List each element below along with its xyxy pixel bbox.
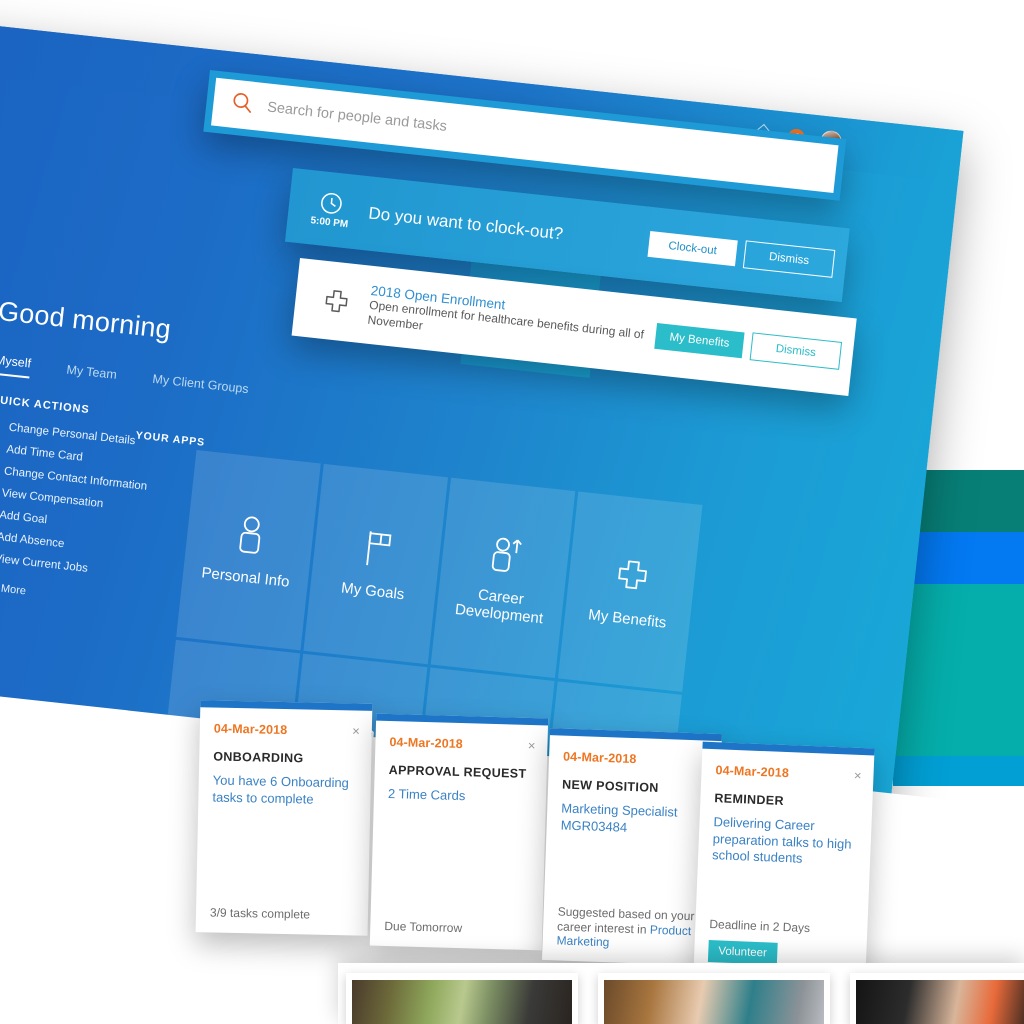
quick-action-label: Add Absence [0, 530, 65, 551]
card-kind: APPROVAL REQUEST [388, 763, 527, 781]
quick-action-label: Add Time Card [5, 443, 84, 464]
quick-action-label: View Current Jobs [0, 552, 89, 575]
notification-card-approval-request[interactable]: 04-Mar-2018 × APPROVAL REQUEST 2 Time Ca… [369, 713, 549, 951]
photo-image [352, 980, 572, 1024]
my-benefits-button[interactable]: My Benefits [654, 322, 745, 359]
card-footer: Deadline in 2 Days [709, 917, 811, 936]
notification-card-reminder[interactable]: 04-Mar-2018 × REMINDER Delivering Career… [693, 741, 875, 981]
tab-myself[interactable]: Myself [0, 352, 32, 379]
swatch-cyan-bar [893, 756, 1024, 786]
clock-out-button[interactable]: Clock-out [647, 230, 738, 267]
search-input-placeholder: Search for people and tasks [266, 99, 448, 135]
clock-out-dismiss-button[interactable]: Dismiss [742, 240, 836, 278]
quick-action-label: Add Goal [0, 509, 48, 527]
card-body: Delivering Career preparation talks to h… [711, 814, 852, 866]
card-footer: Due Tomorrow [384, 919, 463, 936]
app-tile-label: My Goals [340, 579, 406, 604]
card-footer: Suggested based on your career interest … [556, 905, 701, 954]
card-kind: ONBOARDING [213, 749, 304, 766]
photo-image [604, 980, 824, 1024]
clock-out-message: Do you want to clock-out? [367, 203, 565, 244]
photo-card-1[interactable] [346, 973, 578, 1024]
person-arrow-up-icon [486, 531, 524, 576]
clock-out-actions: Clock-out Dismiss [647, 230, 836, 278]
open-enrollment-dismiss-button[interactable]: Dismiss [749, 332, 843, 370]
person-icon [231, 512, 269, 557]
card-body: Marketing Specialist MGR03484 [560, 800, 678, 835]
close-icon[interactable]: × [528, 738, 536, 753]
open-enrollment-text: 2018 Open Enrollment Open enrollment for… [367, 283, 658, 358]
clock-out-time: 5:00 PM [309, 214, 349, 230]
volunteer-button[interactable]: Volunteer [707, 940, 778, 965]
medical-cross-icon [312, 286, 361, 317]
card-body: 2 Time Cards [387, 786, 466, 804]
medical-cross-icon [613, 553, 651, 598]
close-icon[interactable]: × [352, 723, 360, 738]
photo-image [856, 980, 1024, 1024]
app-tile-label: Personal Info [200, 564, 291, 592]
card-kind: NEW POSITION [561, 777, 659, 795]
app-tile-label: My Benefits [587, 606, 668, 633]
card-footer: 3/9 tasks complete [209, 905, 311, 922]
lock-icon [0, 419, 1, 433]
search-icon [230, 90, 255, 119]
photo-card-3[interactable] [850, 973, 1024, 1024]
close-icon[interactable]: × [854, 768, 862, 783]
card-body: You have 6 Onboarding tasks to complete [212, 772, 350, 807]
screen-root: INSPIRE 4 Good morning Myself My Team My… [0, 0, 1024, 1024]
card-kind: REMINDER [714, 791, 785, 808]
app-tile-career-development[interactable]: Career Development [430, 477, 576, 679]
card-date: 04-Mar-2018 [562, 749, 637, 767]
open-enrollment-actions: My Benefits Dismiss [654, 322, 843, 370]
photo-strip [330, 963, 1024, 1024]
photo-card-2[interactable] [598, 973, 830, 1024]
card-date: 04-Mar-2018 [389, 735, 464, 752]
card-date: 04-Mar-2018 [213, 721, 288, 738]
flag-icon [358, 526, 396, 571]
notification-card-onboarding[interactable]: 04-Mar-2018 × ONBOARDING You have 6 Onbo… [195, 700, 373, 936]
swatch-teal-medium [893, 584, 1024, 756]
app-tile-my-benefits[interactable]: My Benefits [557, 491, 703, 692]
app-tile-my-goals[interactable]: My Goals [303, 463, 449, 665]
app-tile-label: Career Development [454, 586, 544, 628]
card-date: 04-Mar-2018 [715, 763, 790, 781]
app-tile-personal-info[interactable]: Personal Info [176, 449, 321, 651]
clock-icon: 5:00 PM [305, 188, 357, 230]
